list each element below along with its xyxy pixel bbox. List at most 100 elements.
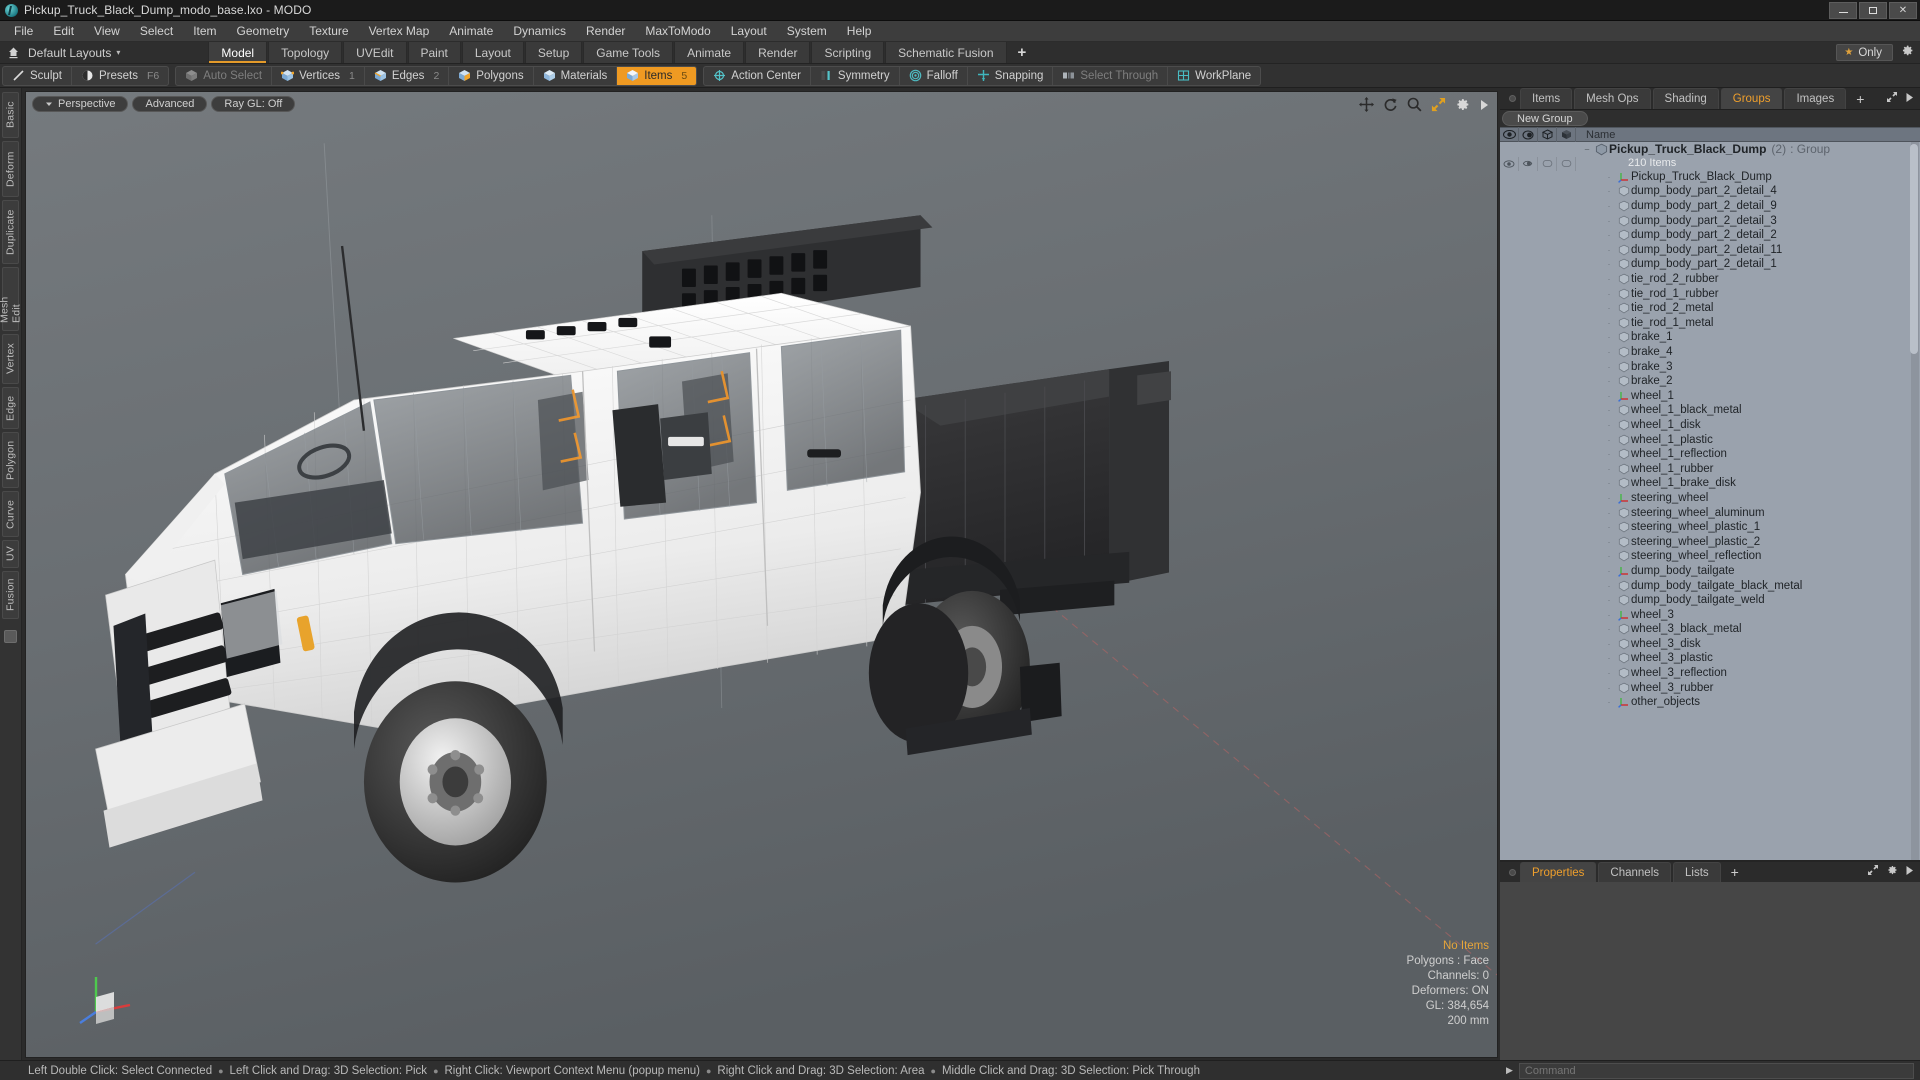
tab-model[interactable]: Model xyxy=(208,42,268,63)
materials-button[interactable]: Materials xyxy=(534,66,618,85)
expand-icon[interactable] xyxy=(1867,863,1879,881)
items-button[interactable]: Items 5 xyxy=(617,66,697,85)
tab-images[interactable]: Images xyxy=(1784,88,1847,109)
edges-button[interactable]: Edges 2 xyxy=(365,66,450,85)
list-item[interactable]: · Pickup_Truck_Black_Dump xyxy=(1576,170,1920,185)
panel-menu-dot[interactable] xyxy=(1504,88,1520,109)
gear-icon[interactable] xyxy=(1901,44,1914,62)
menu-item[interactable]: Item xyxy=(183,22,226,41)
polygons-button[interactable]: Polygons xyxy=(449,66,534,85)
menu-select[interactable]: Select xyxy=(130,22,183,41)
select-through-button[interactable]: Select Through xyxy=(1053,66,1169,85)
tab-mesh-ops[interactable]: Mesh Ops xyxy=(1574,88,1651,109)
list-item[interactable]: · wheel_3_black_metal xyxy=(1576,622,1920,637)
tab-layout[interactable]: Layout xyxy=(461,42,524,63)
list-item[interactable]: · steering_wheel_plastic_2 xyxy=(1576,534,1920,549)
play-arrow-icon[interactable]: ▶ xyxy=(1506,1065,1513,1076)
add-properties-tab-button[interactable]: + xyxy=(1723,862,1747,882)
rail-tab-vertex[interactable]: Vertex xyxy=(2,334,19,384)
col-wireframe-header[interactable] xyxy=(1538,127,1557,142)
tab-topology[interactable]: Topology xyxy=(268,42,343,63)
rail-tab-deform[interactable]: Deform xyxy=(2,141,19,197)
list-item[interactable]: · tie_rod_1_rubber xyxy=(1576,286,1920,301)
vertices-button[interactable]: Vertices 1 xyxy=(272,66,365,85)
properties-menu-dot[interactable] xyxy=(1504,862,1520,882)
new-group-button[interactable]: New Group xyxy=(1502,111,1588,126)
list-item[interactable]: · dump_body_tailgate_black_metal xyxy=(1576,578,1920,593)
rail-tab-duplicate[interactable]: Duplicate xyxy=(2,200,19,264)
menu-help[interactable]: Help xyxy=(837,22,882,41)
gear-icon[interactable] xyxy=(1886,863,1898,881)
falloff-button[interactable]: Falloff xyxy=(900,66,968,85)
rail-extra-button[interactable] xyxy=(4,630,17,643)
tab-render[interactable]: Render xyxy=(745,42,811,63)
list-item[interactable]: · wheel_3_disk xyxy=(1576,637,1920,652)
tab-items[interactable]: Items xyxy=(1520,88,1573,109)
fit-arrows-icon[interactable] xyxy=(1431,97,1446,117)
play-arrow-icon[interactable] xyxy=(1905,90,1914,108)
item-list-scrollbar[interactable] xyxy=(1910,142,1919,860)
presets-button[interactable]: Presets F6 xyxy=(72,67,168,85)
list-item[interactable]: · wheel_1_brake_disk xyxy=(1576,476,1920,491)
list-item[interactable]: · wheel_1_rubber xyxy=(1576,461,1920,476)
default-layouts-dropdown[interactable]: Default Layouts ▾ xyxy=(26,42,130,63)
row-visible-toggle[interactable] xyxy=(1500,156,1519,172)
menu-render[interactable]: Render xyxy=(576,22,635,41)
sculpt-button[interactable]: Sculpt xyxy=(3,66,72,85)
list-item[interactable]: · dump_body_part_2_detail_3 xyxy=(1576,213,1920,228)
tab-channels[interactable]: Channels xyxy=(1598,862,1672,882)
viewport-shading-dropdown[interactable]: Advanced xyxy=(132,96,208,112)
maximize-button[interactable] xyxy=(1859,1,1887,19)
close-button[interactable]: ✕ xyxy=(1889,1,1917,19)
list-item[interactable]: · brake_2 xyxy=(1576,374,1920,389)
list-item[interactable]: · tie_rod_2_metal xyxy=(1576,301,1920,316)
list-item[interactable]: · other_objects xyxy=(1576,695,1920,710)
only-toggle-button[interactable]: ★ Only xyxy=(1836,44,1893,61)
list-item[interactable]: · wheel_3 xyxy=(1576,607,1920,622)
list-item[interactable]: · dump_body_part_2_detail_11 xyxy=(1576,243,1920,258)
list-item[interactable]: · steering_wheel_reflection xyxy=(1576,549,1920,564)
minimize-button[interactable] xyxy=(1829,1,1857,19)
add-layout-tab-button[interactable]: + xyxy=(1008,42,1037,63)
list-item[interactable]: · brake_3 xyxy=(1576,359,1920,374)
list-item[interactable]: · steering_wheel_plastic_1 xyxy=(1576,520,1920,535)
gear-icon[interactable] xyxy=(1455,97,1470,117)
list-item[interactable]: · dump_body_part_2_detail_1 xyxy=(1576,257,1920,272)
zoom-search-icon[interactable] xyxy=(1407,97,1422,117)
command-input[interactable] xyxy=(1518,1062,1914,1079)
play-arrow-icon[interactable] xyxy=(1905,863,1914,881)
list-item[interactable]: · dump_body_part_2_detail_9 xyxy=(1576,199,1920,214)
rail-tab-curve[interactable]: Curve xyxy=(2,491,19,537)
collapse-toggle[interactable]: – xyxy=(1580,144,1594,154)
rail-tab-basic[interactable]: Basic xyxy=(2,92,19,138)
item-list[interactable]: – Pickup_Truck_Black_Dump (2) : Group 21… xyxy=(1500,142,1920,860)
row-render-toggle[interactable] xyxy=(1519,156,1538,172)
menu-animate[interactable]: Animate xyxy=(439,22,503,41)
list-item[interactable]: · wheel_1_plastic xyxy=(1576,432,1920,447)
row-shaded-toggle[interactable] xyxy=(1557,156,1576,172)
col-visible-header[interactable] xyxy=(1500,127,1519,142)
home-icon[interactable] xyxy=(0,42,26,63)
menu-vertex-map[interactable]: Vertex Map xyxy=(359,22,440,41)
group-header-row[interactable]: – Pickup_Truck_Black_Dump (2) : Group xyxy=(1576,142,1920,157)
tab-setup[interactable]: Setup xyxy=(524,42,583,63)
tab-lists[interactable]: Lists xyxy=(1673,862,1721,882)
tab-properties[interactable]: Properties xyxy=(1520,862,1597,882)
move-icon[interactable] xyxy=(1359,97,1374,117)
list-item[interactable]: · brake_4 xyxy=(1576,345,1920,360)
rail-tab-fusion[interactable]: Fusion xyxy=(2,571,19,619)
list-item[interactable]: · brake_1 xyxy=(1576,330,1920,345)
viewport-projection-dropdown[interactable]: Perspective xyxy=(32,96,129,112)
list-item[interactable]: · steering_wheel xyxy=(1576,491,1920,506)
tab-schematic-fusion[interactable]: Schematic Fusion xyxy=(885,42,1007,63)
tab-shading[interactable]: Shading xyxy=(1652,88,1719,109)
list-item[interactable]: · wheel_1_reflection xyxy=(1576,447,1920,462)
list-item[interactable]: · dump_body_tailgate xyxy=(1576,564,1920,579)
list-item[interactable]: · wheel_3_reflection xyxy=(1576,666,1920,681)
list-item[interactable]: · wheel_3_plastic xyxy=(1576,651,1920,666)
menu-edit[interactable]: Edit xyxy=(43,22,84,41)
list-item[interactable]: · dump_body_tailgate_weld xyxy=(1576,593,1920,608)
list-item[interactable]: · steering_wheel_aluminum xyxy=(1576,505,1920,520)
list-item[interactable]: · tie_rod_1_metal xyxy=(1576,316,1920,331)
menu-file[interactable]: File xyxy=(4,22,43,41)
